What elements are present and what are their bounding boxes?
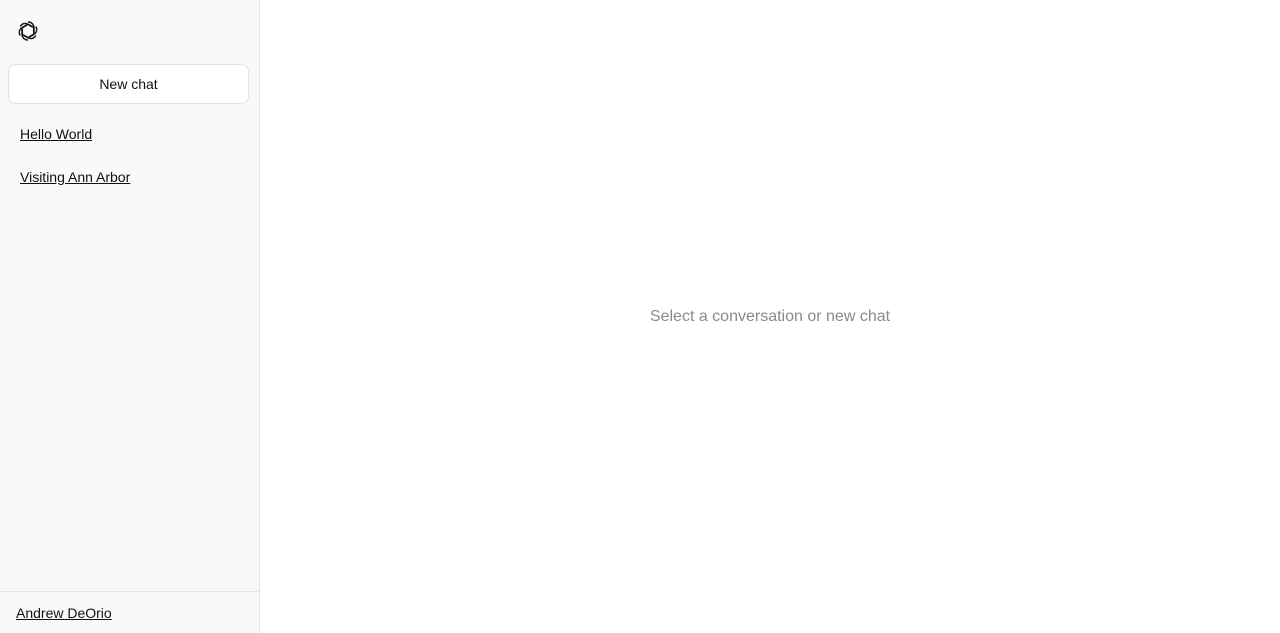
conversation-link-hello-world[interactable]: Hello World (20, 125, 92, 143)
sidebar: New chat Hello World Visiting Ann Arbor … (0, 0, 260, 633)
logo-area (0, 0, 259, 64)
openai-logo-icon[interactable] (16, 19, 40, 43)
conversation-item: Hello World (0, 120, 259, 163)
app-root: New chat Hello World Visiting Ann Arbor … (0, 0, 1280, 633)
conversation-item: Visiting Ann Arbor (0, 163, 259, 206)
empty-state-message: Select a conversation or new chat (649, 307, 891, 325)
new-chat-button[interactable]: New chat (8, 64, 249, 104)
sidebar-footer: Andrew DeOrio (0, 591, 259, 633)
conversation-link-visiting-ann-arbor[interactable]: Visiting Ann Arbor (20, 168, 130, 186)
user-profile-link[interactable]: Andrew DeOrio (16, 605, 112, 621)
conversation-list: Hello World Visiting Ann Arbor (0, 120, 259, 206)
main-panel: Select a conversation or new chat (260, 0, 1280, 633)
